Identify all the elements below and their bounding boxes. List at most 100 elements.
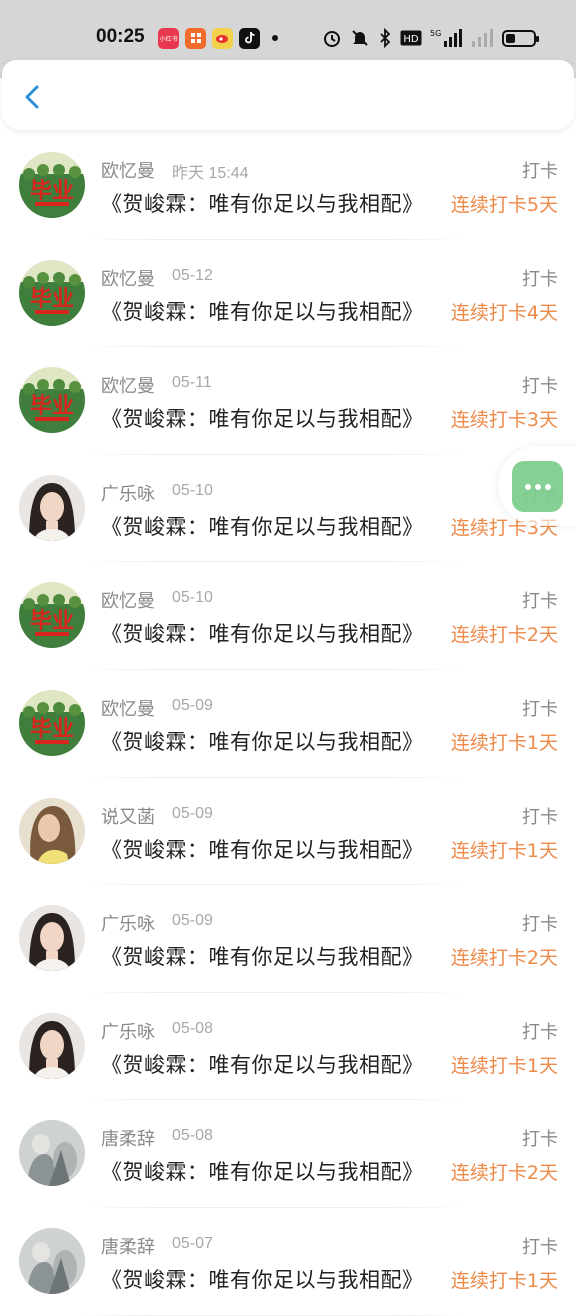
avatar[interactable]: [19, 1120, 85, 1187]
status-time: 00:25: [96, 26, 145, 47]
more-dot-icon: [534, 483, 541, 490]
list-item[interactable]: 毕业 欧忆曼 05-10 《贺峻霖：唯有你足以与我相配》 打卡 连续打卡2天: [0, 562, 576, 670]
streak-count: 连续打卡1天: [450, 839, 558, 862]
user-name[interactable]: 欧忆曼: [101, 157, 155, 183]
list-item[interactable]: 毕业 欧忆曼 05-09 《贺峻霖：唯有你足以与我相配》 打卡 连续打卡1天: [0, 670, 576, 778]
streak-count: 连续打卡1天: [450, 1269, 558, 1292]
list-item[interactable]: 广乐咏 05-09 《贺峻霖：唯有你足以与我相配》 打卡 连续打卡2天: [0, 885, 576, 993]
user-name[interactable]: 欧忆曼: [101, 372, 155, 398]
battery-icon: [502, 29, 539, 47]
svg-text:毕业: 毕业: [30, 394, 74, 419]
post-time: 05-09: [172, 804, 213, 822]
book-title[interactable]: 《贺峻霖：唯有你足以与我相配》: [101, 941, 424, 971]
book-title[interactable]: 《贺峻霖：唯有你足以与我相配》: [101, 1049, 424, 1079]
user-name[interactable]: 欧忆曼: [101, 695, 155, 721]
checkin-label: 打卡: [522, 268, 558, 290]
checkin-label: 打卡: [522, 1129, 558, 1151]
user-name[interactable]: 唐柔辞: [101, 1125, 155, 1151]
list-item[interactable]: 唐柔辞 05-08 《贺峻霖：唯有你足以与我相配》 打卡 连续打卡2天: [0, 1100, 576, 1208]
top-navigation-bar: [2, 60, 574, 130]
avatar[interactable]: [19, 797, 85, 864]
book-title[interactable]: 《贺峻霖：唯有你足以与我相配》: [101, 726, 424, 756]
avatar[interactable]: [19, 1012, 85, 1079]
post-time: 05-10: [172, 589, 213, 607]
list-item[interactable]: 唐柔辞 05-07 《贺峻霖：唯有你足以与我相配》 打卡 连续打卡1天: [0, 1208, 576, 1316]
book-title[interactable]: 《贺峻霖：唯有你足以与我相配》: [101, 511, 424, 541]
avatar[interactable]: 毕业: [19, 582, 85, 649]
checkin-label: 打卡: [522, 376, 558, 398]
divider: [80, 1314, 466, 1316]
user-name[interactable]: 广乐咏: [101, 480, 155, 506]
list-item[interactable]: 广乐咏 05-08 《贺峻霖：唯有你足以与我相配》 打卡 连续打卡1天: [0, 993, 576, 1101]
avatar[interactable]: 毕业: [19, 152, 85, 218]
streak-count: 连续打卡1天: [450, 1054, 558, 1077]
mute-icon: [350, 28, 370, 48]
book-title[interactable]: 《贺峻霖：唯有你足以与我相配》: [101, 296, 424, 326]
book-title[interactable]: 《贺峻霖：唯有你足以与我相配》: [101, 403, 424, 433]
post-time: 05-08: [172, 1019, 213, 1037]
more-dot-icon: [544, 483, 551, 490]
post-time: 05-09: [172, 696, 213, 714]
system-icons: HD 5G: [322, 27, 539, 49]
post-time: 05-07: [172, 1234, 213, 1252]
avatar[interactable]: [19, 474, 85, 541]
avatar[interactable]: [19, 1227, 85, 1294]
streak-count: 连续打卡4天: [450, 301, 558, 324]
avatar[interactable]: 毕业: [19, 259, 85, 326]
news-app-icon: 小红书: [158, 27, 179, 49]
list-item[interactable]: 广乐咏 05-10 《贺峻霖：唯有你足以与我相配》 打卡 连续打卡3天: [0, 455, 576, 563]
post-time: 05-12: [172, 266, 213, 284]
checkin-label: 打卡: [522, 806, 558, 828]
user-name[interactable]: 说又菡: [101, 803, 155, 829]
post-time: 05-08: [172, 1127, 213, 1145]
book-title[interactable]: 《贺峻霖：唯有你足以与我相配》: [101, 1156, 424, 1186]
notification-icons: 小红书: [158, 27, 278, 49]
svg-text:毕业: 毕业: [30, 287, 74, 312]
streak-count: 连续打卡2天: [450, 947, 558, 970]
chevron-left-icon: [25, 85, 39, 109]
signal-weak-icon: [470, 28, 494, 48]
post-time: 昨天 15:44: [172, 165, 249, 182]
book-title[interactable]: 《贺峻霖：唯有你足以与我相配》: [101, 1264, 424, 1294]
svg-text:毕业: 毕业: [30, 179, 74, 204]
list-item[interactable]: 毕业 欧忆曼 05-12 《贺峻霖：唯有你足以与我相配》 打卡 连续打卡4天: [0, 240, 576, 348]
checkin-label: 打卡: [522, 591, 558, 613]
more-notifications-dot: [272, 35, 278, 41]
user-name[interactable]: 广乐咏: [101, 1018, 155, 1044]
user-name[interactable]: 欧忆曼: [101, 265, 155, 291]
hd-icon: HD: [400, 28, 422, 48]
user-name[interactable]: 欧忆曼: [101, 587, 155, 613]
more-dot-icon: [524, 483, 531, 490]
signal-5g-icon: 5G: [430, 28, 462, 48]
list-item[interactable]: 毕业 欧忆曼 昨天 15:44 《贺峻霖：唯有你足以与我相配》 打卡 连续打卡5…: [0, 132, 576, 240]
alarm-icon: [322, 28, 342, 48]
book-title[interactable]: 《贺峻霖：唯有你足以与我相配》: [101, 618, 424, 648]
tiktok-icon: [239, 27, 260, 49]
streak-count: 连续打卡5天: [450, 194, 558, 216]
user-name[interactable]: 唐柔辞: [101, 1233, 155, 1259]
post-time: 05-10: [172, 481, 213, 499]
avatar[interactable]: [19, 905, 85, 972]
bluetooth-icon: [378, 28, 392, 48]
checkin-label: 打卡: [522, 914, 558, 936]
battery-fill: [506, 33, 515, 43]
book-title[interactable]: 《贺峻霖：唯有你足以与我相配》: [101, 834, 424, 864]
checkin-label: 打卡: [522, 1021, 558, 1043]
streak-count: 连续打卡3天: [450, 409, 558, 432]
book-title[interactable]: 《贺峻霖：唯有你足以与我相配》: [101, 188, 424, 218]
svg-text:毕业: 毕业: [30, 717, 74, 742]
back-button[interactable]: [18, 82, 48, 112]
user-name[interactable]: 广乐咏: [101, 910, 155, 936]
streak-count: 连续打卡2天: [450, 624, 558, 647]
avatar[interactable]: 毕业: [19, 689, 85, 756]
post-time: 05-11: [172, 374, 212, 392]
svg-text:5G: 5G: [430, 29, 441, 38]
list-item[interactable]: 毕业 欧忆曼 05-11 《贺峻霖：唯有你足以与我相配》 打卡 连续打卡3天: [0, 347, 576, 455]
list-item[interactable]: 说又菡 05-09 《贺峻霖：唯有你足以与我相配》 打卡 连续打卡1天: [0, 778, 576, 886]
weibo-icon: [212, 27, 233, 49]
shop-app-icon: [185, 27, 206, 49]
checkin-label: 打卡: [522, 161, 558, 182]
floating-more-button[interactable]: [512, 461, 563, 512]
checkin-list: 毕业 欧忆曼 昨天 15:44 《贺峻霖：唯有你足以与我相配》 打卡 连续打卡5…: [0, 132, 576, 1316]
avatar[interactable]: 毕业: [19, 367, 85, 434]
